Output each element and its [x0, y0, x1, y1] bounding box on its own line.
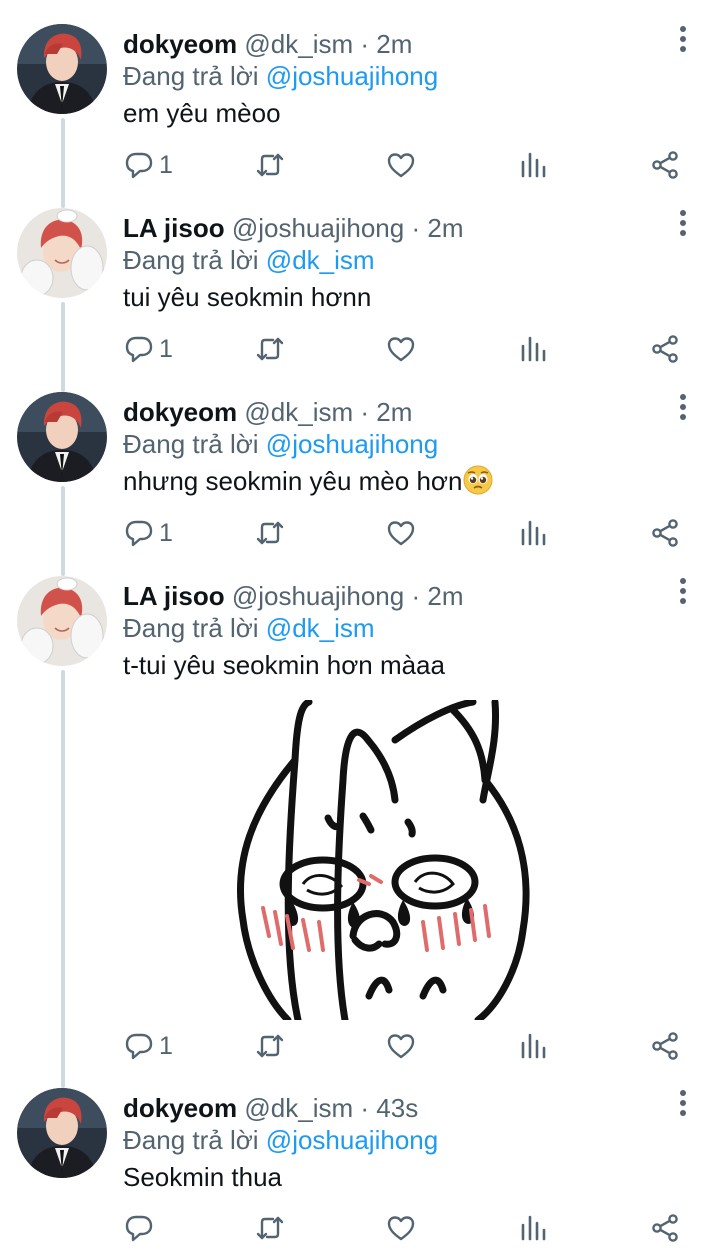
share-icon[interactable] [651, 1026, 679, 1066]
reply-icon [124, 518, 154, 548]
like-icon[interactable] [386, 513, 416, 553]
separator-dot: · [411, 213, 421, 243]
separator-dot: · [411, 581, 421, 611]
avatar[interactable] [17, 576, 107, 666]
timestamp[interactable]: 2m [376, 397, 412, 427]
views-icon[interactable] [520, 513, 546, 553]
tweet-text: em yêu mèoo [123, 98, 281, 128]
avatar[interactable] [17, 392, 107, 482]
more-icon[interactable] [670, 1088, 696, 1118]
more-icon[interactable] [670, 208, 696, 238]
tweet-header: LA jisoo @joshuajihong · 2m [123, 212, 464, 244]
reply-button[interactable]: 1 [124, 145, 173, 185]
reply-button[interactable]: 1 [124, 513, 173, 553]
replying-to: Đang trả lời @dk_ism [123, 244, 375, 276]
author-handle[interactable]: @joshuajihong [232, 213, 404, 243]
like-icon[interactable] [386, 329, 416, 369]
mention-link[interactable]: @joshuajihong [266, 1125, 438, 1155]
tweet-header: LA jisoo @joshuajihong · 2m [123, 580, 464, 612]
mention-link[interactable]: @joshuajihong [266, 429, 438, 459]
like-icon[interactable] [386, 145, 416, 185]
action-bar: 1 [0, 329, 720, 369]
author-handle[interactable]: @dk_ism [244, 29, 353, 59]
views-icon[interactable] [520, 1026, 546, 1066]
timestamp[interactable]: 2m [376, 29, 412, 59]
reply-count: 1 [159, 518, 173, 547]
like-icon[interactable] [386, 1026, 416, 1066]
tweet-header: dokyeom @dk_ism · 43s [123, 1092, 418, 1124]
views-icon[interactable] [520, 145, 546, 185]
reply-count: 1 [159, 150, 173, 179]
replying-to: Đang trả lời @joshuajihong [123, 428, 438, 460]
author-name[interactable]: dokyeom [123, 29, 237, 59]
retweet-icon[interactable] [255, 145, 285, 185]
timestamp[interactable]: 2m [427, 213, 463, 243]
retweet-icon[interactable] [255, 329, 285, 369]
separator-dot: · [360, 397, 370, 427]
replying-to-label: Đang trả lời [123, 245, 259, 275]
replying-to: Đang trả lời @dk_ism [123, 612, 375, 644]
reply-icon [124, 1031, 154, 1061]
author-handle[interactable]: @joshuajihong [232, 581, 404, 611]
replying-to-label: Đang trả lời [123, 429, 259, 459]
more-icon[interactable] [670, 576, 696, 606]
action-bar [0, 1208, 720, 1248]
timestamp[interactable]: 2m [427, 581, 463, 611]
share-icon[interactable] [651, 145, 679, 185]
more-icon[interactable] [670, 24, 696, 54]
mention-link[interactable]: @dk_ism [266, 245, 375, 275]
author-handle[interactable]: @dk_ism [244, 397, 353, 427]
mention-link[interactable]: @joshuajihong [266, 61, 438, 91]
reply-count: 1 [159, 1031, 173, 1060]
tweet-header: dokyeom @dk_ism · 2m [123, 28, 412, 60]
author-name[interactable]: LA jisoo [123, 213, 225, 243]
reply-button[interactable]: 1 [124, 329, 173, 369]
author-name[interactable]: LA jisoo [123, 581, 225, 611]
pleading-face-emoji [463, 465, 493, 503]
reply-count: 1 [159, 334, 173, 363]
replying-to-label: Đang trả lời [123, 61, 259, 91]
retweet-icon[interactable] [255, 513, 285, 553]
replying-to: Đang trả lời @joshuajihong [123, 1124, 438, 1156]
action-bar: 1 [0, 145, 720, 185]
reply-button[interactable] [124, 1208, 159, 1248]
tweet-text: t-tui yêu seokmin hơn màaa [123, 650, 445, 680]
action-bar: 1 [0, 513, 720, 553]
retweet-icon[interactable] [255, 1026, 285, 1066]
share-icon[interactable] [651, 1208, 679, 1248]
tweet-text: Seokmin thua [123, 1162, 282, 1192]
reply-icon [124, 334, 154, 364]
replying-to-label: Đang trả lời [123, 1125, 259, 1155]
tweet-text: nhưng seokmin yêu mèo hơn [123, 464, 493, 503]
mention-link[interactable]: @dk_ism [266, 613, 375, 643]
views-icon[interactable] [520, 1208, 546, 1248]
separator-dot: · [360, 1093, 370, 1123]
avatar[interactable] [17, 24, 107, 114]
author-name[interactable]: dokyeom [123, 397, 237, 427]
share-icon[interactable] [651, 329, 679, 369]
replying-to: Đang trả lời @joshuajihong [123, 60, 438, 92]
reply-button[interactable]: 1 [124, 1026, 173, 1066]
reply-icon [124, 150, 154, 180]
avatar[interactable] [17, 1088, 107, 1178]
replying-to-label: Đang trả lời [123, 613, 259, 643]
share-icon[interactable] [651, 513, 679, 553]
like-icon[interactable] [386, 1208, 416, 1248]
avatar[interactable] [17, 208, 107, 298]
action-bar: 1 [0, 1026, 720, 1066]
separator-dot: · [360, 29, 370, 59]
views-icon[interactable] [520, 329, 546, 369]
tweet-text: tui yêu seokmin hơnn [123, 282, 372, 312]
retweet-icon[interactable] [255, 1208, 285, 1248]
crying-bunny-sticker[interactable] [123, 698, 693, 1024]
tweet-header: dokyeom @dk_ism · 2m [123, 396, 412, 428]
more-icon[interactable] [670, 392, 696, 422]
tweet-text-content: nhưng seokmin yêu mèo hơn [123, 466, 463, 496]
author-handle[interactable]: @dk_ism [244, 1093, 353, 1123]
timestamp[interactable]: 43s [376, 1093, 418, 1123]
author-name[interactable]: dokyeom [123, 1093, 237, 1123]
reply-icon [124, 1213, 154, 1243]
